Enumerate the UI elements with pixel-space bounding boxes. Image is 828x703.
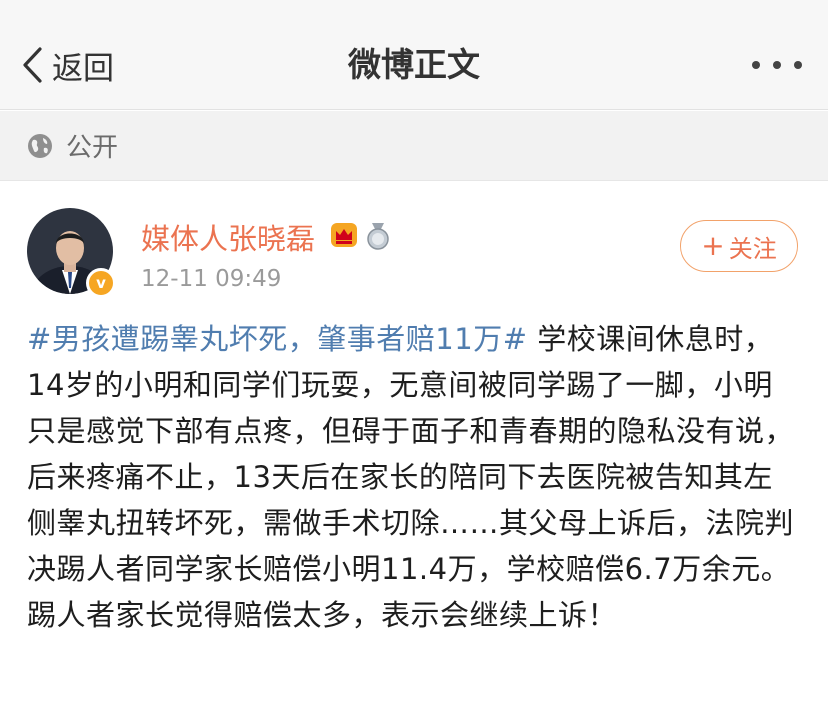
top-navbar: 返回 微博正文 <box>0 0 828 110</box>
follow-label: 关注 <box>728 234 777 263</box>
privacy-label: 公开 <box>66 133 119 163</box>
more-dot-icon <box>752 61 760 69</box>
privacy-bar: 公开 <box>0 111 828 181</box>
post-timestamp: 12-11 09:49 <box>141 266 282 292</box>
author-name[interactable]: 媒体人张晓磊 <box>141 216 315 258</box>
follow-button[interactable]: + 关注 <box>680 220 798 272</box>
more-dot-icon <box>794 61 802 69</box>
more-options-button[interactable] <box>752 54 802 76</box>
more-dot-icon <box>773 61 781 69</box>
page-title: 微博正文 <box>348 45 480 84</box>
medal-icon <box>367 223 389 250</box>
post-body: #男孩遭踢睾丸坏死，肇事者赔11万# 学校课间休息时，14岁的小明和同学们玩耍，… <box>27 316 802 638</box>
hashtag-link[interactable]: #男孩遭踢睾丸坏死，肇事者赔11万# <box>27 322 528 356</box>
globe-icon <box>28 133 52 158</box>
post-body-text: 学校课间休息时，14岁的小明和同学们玩耍，无意间被同学踢了一脚，小明只是感觉下部… <box>27 322 795 632</box>
verified-badge-icon: v <box>86 268 116 298</box>
plus-icon: + <box>701 229 725 262</box>
crown-icon <box>331 223 357 247</box>
weibo-post: v 媒体人张晓磊 12-11 09:49 + 关注 #男孩遭踢睾丸坏死，肇事者赔… <box>0 182 828 703</box>
